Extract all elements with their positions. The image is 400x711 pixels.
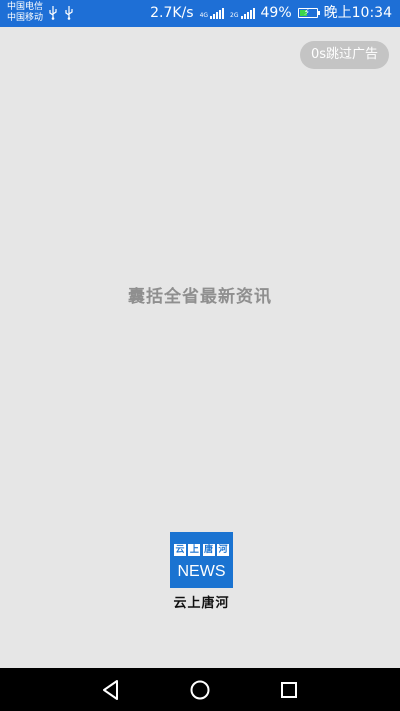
sim2-tag: 2G <box>230 12 239 19</box>
recent-apps-button[interactable] <box>275 676 303 704</box>
logo-char: 唐 <box>202 544 215 556</box>
status-bar: 中国电信 中国移动 2.7K/s 4G 2G 49% ⚡ 晚上10:34 <box>0 0 400 27</box>
clock: 晚上10:34 <box>323 5 392 21</box>
charging-bolt-icon: ⚡ <box>303 8 310 18</box>
home-icon <box>190 680 210 700</box>
logo-char: 云 <box>174 544 186 556</box>
carrier-1: 中国电信 <box>7 2 44 12</box>
status-right: 2.7K/s 4G 2G 49% ⚡ 晚上10:34 <box>150 4 392 22</box>
navigation-bar <box>0 668 400 711</box>
recent-apps-icon <box>281 682 297 698</box>
back-icon <box>103 680 118 700</box>
signal-icon <box>240 7 255 19</box>
net-speed: 2.7K/s <box>150 5 194 21</box>
slogan: 囊括全省最新资讯 <box>128 287 272 307</box>
home-button[interactable] <box>186 676 214 704</box>
signal-sim2: 2G <box>230 7 255 19</box>
logo-char: 上 <box>188 544 201 556</box>
back-button[interactable] <box>97 676 125 704</box>
signal-icon <box>210 7 225 19</box>
signal-sim1: 4G <box>199 7 225 19</box>
logo-char: 河 <box>216 544 229 556</box>
battery-charging-icon: ⚡ <box>297 8 320 18</box>
logo-chars: 云 上 唐 河 <box>174 536 229 562</box>
usb-icons <box>48 6 74 20</box>
sim1-tag: 4G <box>199 12 209 19</box>
carrier-info: 中国电信 中国移动 <box>7 2 43 24</box>
usb-icon <box>49 6 57 20</box>
battery-percent: 49% <box>260 5 292 21</box>
logo-caption: 云上唐河 <box>173 596 230 611</box>
usb-icon <box>65 6 73 20</box>
skip-ad-button[interactable]: 0s跳过广告 <box>300 41 389 69</box>
logo-news-text: NEWS <box>177 563 226 580</box>
carrier-2: 中国移动 <box>7 13 44 23</box>
app-logo: 云 上 唐 河 NEWS <box>170 532 233 588</box>
